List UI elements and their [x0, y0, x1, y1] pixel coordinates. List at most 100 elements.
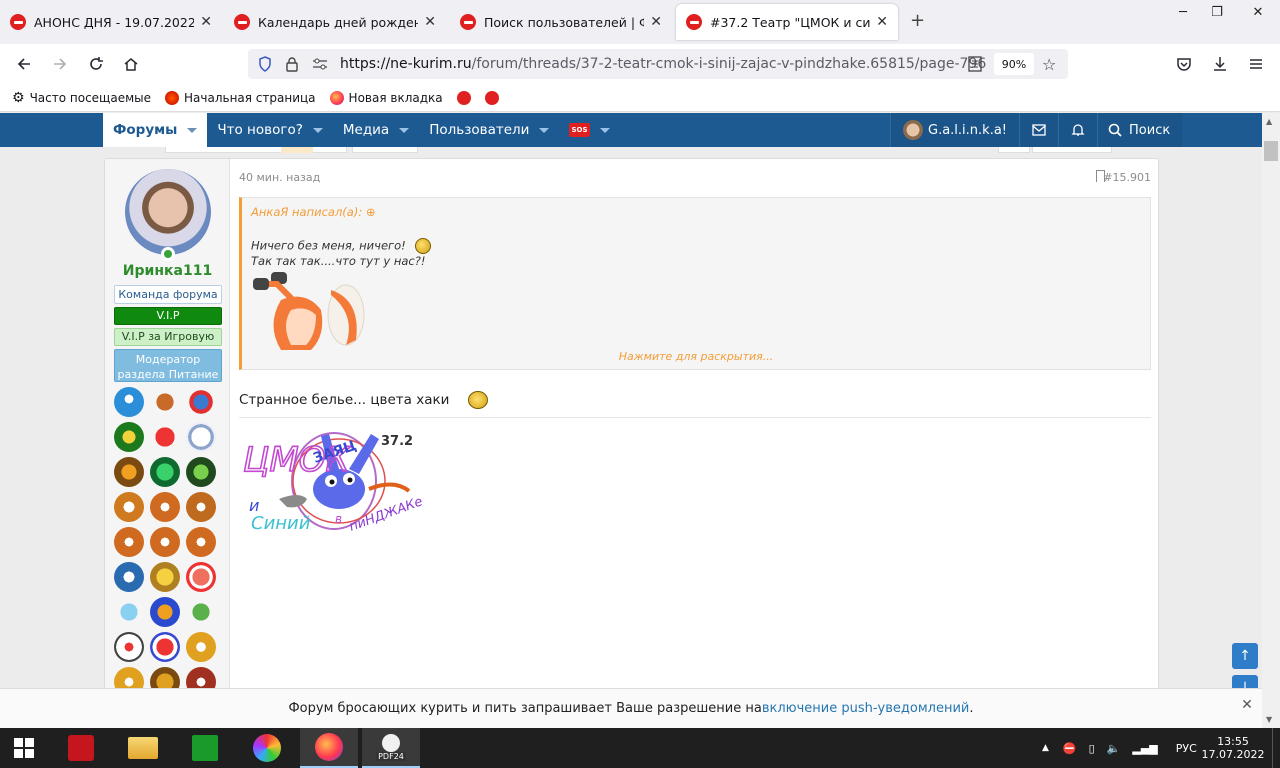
bookmark-forum-2[interactable] [484, 90, 499, 105]
shield-icon[interactable] [258, 56, 272, 75]
award-apple-icon[interactable] [150, 422, 180, 452]
award-crystal-icon[interactable] [150, 457, 180, 487]
award-animal-icon[interactable] [150, 667, 180, 688]
award-number-one-icon[interactable] [186, 422, 216, 452]
award-number-three-icon[interactable] [186, 667, 216, 688]
tab-close-icon[interactable]: ✕ [650, 14, 662, 30]
reader-view-icon[interactable] [968, 56, 982, 75]
pocket-icon[interactable] [1172, 52, 1196, 76]
page-scrollbar[interactable]: ▲ ▼ [1262, 113, 1280, 728]
chevron-down-icon[interactable] [187, 127, 198, 133]
award-rank-icon[interactable] [114, 492, 144, 522]
award-rank-icon[interactable] [186, 492, 216, 522]
close-icon[interactable]: ✕ [1240, 697, 1254, 713]
search-button[interactable]: Поиск [1097, 113, 1183, 147]
award-rank-icon[interactable] [186, 527, 216, 557]
url-text[interactable]: https://ne-kurim.ru/forum/threads/37-2-t… [340, 56, 986, 72]
lock-icon[interactable] [286, 56, 298, 75]
tab-close-icon[interactable]: ✕ [424, 14, 436, 30]
start-button[interactable] [0, 728, 48, 768]
author-username[interactable]: Иринка111 [105, 263, 230, 279]
show-desktop-button[interactable] [1272, 728, 1280, 768]
new-tab-button[interactable]: + [910, 10, 925, 31]
scroll-to-top-button[interactable]: ↑ [1232, 643, 1258, 669]
forward-arrow-icon[interactable] [48, 52, 72, 76]
cmok-logo-image[interactable]: ЦМОК и Синий ЗАЯЦ в пиНДЖАКе 37.2 [239, 419, 429, 541]
arrow-up-circle-icon[interactable]: ⊕ [366, 205, 376, 219]
chevron-down-icon[interactable] [399, 127, 410, 133]
award-wheel-icon[interactable] [114, 457, 144, 487]
chevron-down-icon[interactable] [539, 127, 550, 133]
post-timestamp[interactable]: 40 мин. назад [239, 171, 320, 184]
back-arrow-icon[interactable] [12, 52, 36, 76]
menu-hamburger-icon[interactable] [1244, 52, 1268, 76]
quote-expand-link[interactable]: Нажмите для раскрытия... [242, 350, 1150, 363]
nav-tab-whats-new[interactable]: Что нового? [207, 113, 333, 147]
battery-icon[interactable]: ▯ [1089, 742, 1095, 755]
taskbar-paint[interactable] [238, 728, 296, 768]
award-house-icon[interactable] [186, 632, 216, 662]
award-rank-icon[interactable] [114, 527, 144, 557]
address-bar[interactable]: https://ne-kurim.ru/forum/threads/37-2-t… [248, 49, 1068, 79]
site-permissions-icon[interactable] [312, 57, 328, 74]
author-avatar[interactable] [125, 169, 211, 255]
scroll-down-icon[interactable]: ▼ [1266, 715, 1272, 724]
enable-push-link[interactable]: включение push-уведомлений [762, 701, 970, 716]
award-medal-icon[interactable] [150, 562, 180, 592]
award-rank-icon[interactable] [114, 667, 144, 688]
award-i-love-90s-icon[interactable] [114, 632, 144, 662]
tab-close-icon[interactable]: ✕ [200, 14, 212, 30]
minimize-icon[interactable]: ─ [1164, 0, 1202, 24]
award-apple-two-icon[interactable] [150, 632, 180, 662]
user-menu[interactable]: G.a.l.i.n.k.a! [890, 113, 1020, 147]
award-person-icon[interactable] [114, 387, 144, 417]
nav-tab-forums[interactable]: Форумы [103, 113, 208, 147]
award-lion-icon[interactable] [150, 387, 180, 417]
inbox-button[interactable] [1019, 113, 1059, 147]
downloads-icon[interactable] [1208, 52, 1232, 76]
restore-icon[interactable]: ❐ [1198, 0, 1236, 24]
award-shield-icon[interactable] [186, 457, 216, 487]
award-jester-icon[interactable] [186, 387, 216, 417]
award-globe-icon[interactable] [114, 597, 144, 627]
bookmark-most-visited[interactable]: ⚙ Часто посещаемые [12, 90, 151, 106]
close-window-icon[interactable]: ✕ [1236, 0, 1280, 24]
nav-tab-media[interactable]: Медиа [333, 113, 419, 147]
chevron-down-icon[interactable] [599, 127, 610, 133]
browser-tab-3[interactable]: Поиск пользователей | Форум ✕ [450, 4, 672, 40]
taskbar-store[interactable] [176, 728, 234, 768]
clock[interactable]: 13:55 17.07.2022 [1202, 728, 1265, 768]
post-number[interactable]: #15.901 [1103, 171, 1151, 184]
quote-header[interactable]: АнкаЯ написал(а): ⊕ [251, 205, 376, 219]
scrollbar-thumb[interactable] [1264, 141, 1278, 161]
taskbar-explorer[interactable] [114, 728, 172, 768]
volume-icon[interactable]: 🔈 [1107, 742, 1121, 755]
browser-tab-4-active[interactable]: #37.2 Театр "ЦМОК и синий за ✕ [676, 4, 898, 40]
nav-tab-sos[interactable]: SOS [559, 113, 619, 147]
scroll-up-icon[interactable]: ▲ [1266, 117, 1272, 126]
taskbar-acrobat[interactable] [52, 728, 110, 768]
chevron-up-icon[interactable]: ▲ [1042, 743, 1049, 753]
award-rank-icon[interactable] [150, 492, 180, 522]
award-cars-icon[interactable] [186, 597, 216, 627]
bookmark-new-tab[interactable]: Новая вкладка [329, 90, 443, 105]
award-character-icon[interactable] [150, 597, 180, 627]
taskbar-firefox[interactable] [300, 728, 358, 768]
zoom-level-button[interactable]: 90% [994, 53, 1034, 75]
language-indicator[interactable]: РУС [1176, 742, 1197, 755]
reload-icon[interactable] [84, 52, 108, 76]
chevron-down-icon[interactable] [312, 127, 323, 133]
bookmark-star-icon[interactable]: ☆ [1042, 55, 1056, 74]
award-rank-icon[interactable] [150, 527, 180, 557]
browser-tab-1[interactable]: АНОНС ДНЯ - 19.07.2022г | Фо ✕ [0, 4, 222, 40]
award-apple-icon[interactable] [186, 562, 216, 592]
award-star-icon[interactable] [114, 422, 144, 452]
alerts-button[interactable] [1058, 113, 1098, 147]
tab-close-icon[interactable]: ✕ [876, 14, 888, 30]
network-error-icon[interactable]: ⛔ [1063, 742, 1077, 755]
award-mountain-icon[interactable] [114, 562, 144, 592]
taskbar-pdf24[interactable]: PDF24 [362, 728, 420, 768]
nav-tab-members[interactable]: Пользователи [419, 113, 559, 147]
signal-icon[interactable]: ▂▄▆ [1132, 742, 1157, 755]
home-icon[interactable] [119, 52, 143, 76]
